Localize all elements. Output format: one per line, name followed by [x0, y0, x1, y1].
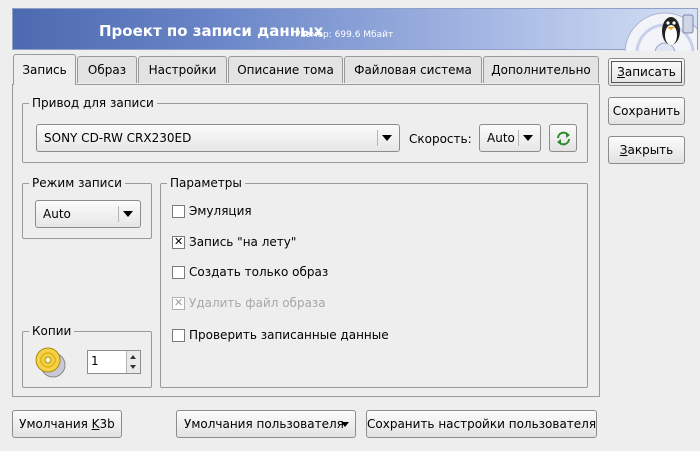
- spin-down-icon[interactable]: [130, 365, 136, 369]
- save-button[interactable]: Сохранить: [608, 97, 685, 125]
- checkbox-remove-image[interactable]: [172, 296, 185, 310]
- chevron-down-icon: [377, 130, 395, 146]
- triangle-down-icon: [341, 422, 349, 427]
- speed-select[interactable]: Auto: [479, 124, 541, 152]
- copies-value: 1: [91, 354, 99, 368]
- checkbox-only-create-image[interactable]: [172, 266, 185, 279]
- chevron-down-icon: [118, 206, 136, 222]
- chevron-down-icon: [518, 130, 536, 146]
- emulation-label: Эмуляция: [189, 204, 252, 218]
- k3b-penguin-disc-icon: [587, 9, 697, 51]
- k3b-defaults-suffix: 3b: [99, 417, 115, 431]
- cd-copies-icon: [34, 346, 68, 380]
- close-button[interactable]: Закрыть: [608, 136, 685, 164]
- user-defaults-button[interactable]: Умолчания пользователя: [176, 410, 356, 438]
- k3b-defaults-prefix: Умолчания: [19, 417, 92, 431]
- project-size: Размер: 699.6 Мбайт: [295, 30, 394, 40]
- k3b-defaults-button[interactable]: Умолчания K3b: [12, 410, 122, 438]
- refresh-speeds-button[interactable]: [549, 124, 577, 152]
- drive-select-value: SONY CD-RW CRX230ED: [44, 131, 192, 145]
- burn-button-label: Записать: [617, 65, 676, 79]
- user-defaults-label: Умолчания пользователя: [184, 417, 344, 431]
- tab-volume-desc[interactable]: Описание тома: [228, 56, 343, 83]
- copies-spin-buttons[interactable]: [126, 351, 140, 373]
- speed-select-value: Auto: [487, 131, 515, 145]
- checkbox-on-the-fly[interactable]: [172, 235, 185, 249]
- write-mode-value: Auto: [43, 207, 71, 221]
- checkbox-emulation[interactable]: [172, 205, 185, 218]
- checkbox-verify-data[interactable]: [172, 329, 185, 342]
- remove-image-label: Удалить файл образа: [189, 296, 326, 310]
- drive-select[interactable]: SONY CD-RW CRX230ED: [36, 124, 400, 152]
- only-create-image-label: Создать только образ: [189, 265, 329, 279]
- tab-filesystem[interactable]: Файловая система: [344, 56, 482, 83]
- on-the-fly-label: Запись "на лету": [189, 235, 297, 249]
- burn-button[interactable]: Записать: [608, 58, 685, 86]
- tab-burn[interactable]: Запись: [13, 54, 76, 85]
- save-user-defaults-button[interactable]: Сохранить настройки пользователя: [366, 410, 597, 438]
- tab-settings[interactable]: Настройки: [138, 56, 227, 83]
- save-button-label: Сохранить: [612, 104, 681, 118]
- params-group-title: Параметры: [167, 176, 245, 190]
- project-title: Проект по записи данных: [99, 22, 324, 40]
- speed-label: Скорость:: [409, 132, 472, 146]
- write-mode-title: Режим записи: [29, 176, 125, 190]
- spin-up-icon[interactable]: [130, 355, 136, 359]
- copies-spinbox[interactable]: 1: [87, 350, 141, 374]
- copies-group-title: Копии: [29, 324, 75, 338]
- close-button-label: Закрыть: [619, 143, 674, 157]
- drive-group-title: Привод для записи: [29, 96, 157, 110]
- tab-advanced[interactable]: Дополнительно: [483, 56, 599, 83]
- tab-image[interactable]: Образ: [77, 56, 137, 83]
- refresh-icon: [555, 130, 572, 157]
- k3b-defaults-mnemonic: K: [91, 417, 100, 431]
- project-banner: Проект по записи данных Размер: 699.6 Мб…: [12, 8, 698, 51]
- verify-data-label: Проверить записанные данные: [189, 328, 389, 342]
- write-mode-select[interactable]: Auto: [35, 200, 141, 228]
- save-user-defaults-label: Сохранить настройки пользователя: [367, 417, 597, 431]
